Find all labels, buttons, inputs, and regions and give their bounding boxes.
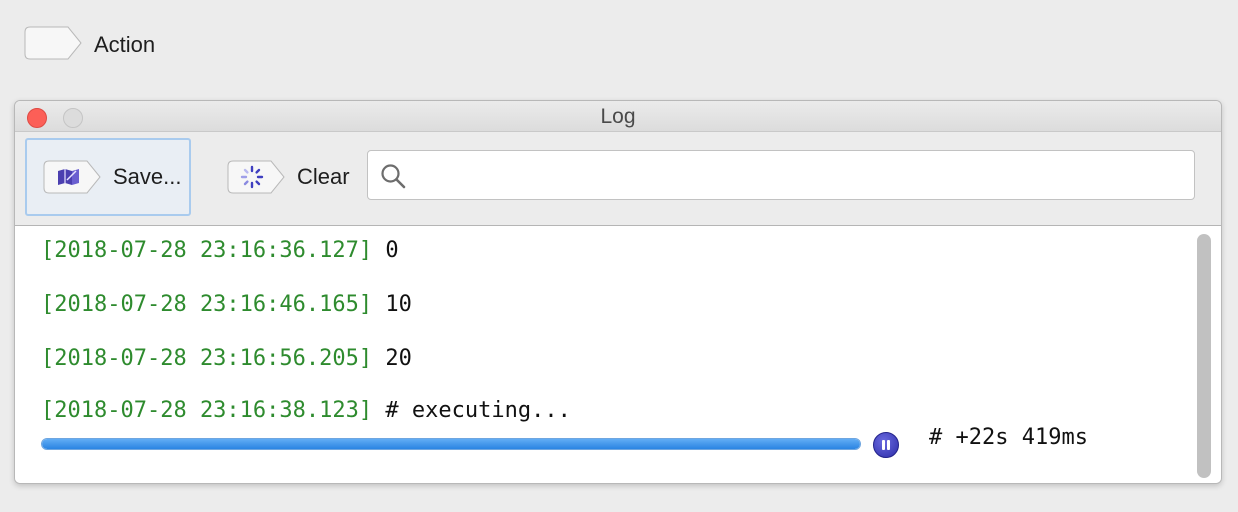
- log-timestamp: [2018-07-28 23:16:56.205]: [41, 346, 373, 371]
- clear-label: Clear: [297, 164, 350, 189]
- log-line: [2018-07-28 23:16:36.127] 0: [41, 238, 399, 263]
- log-line: [2018-07-28 23:16:38.123] # executing...: [41, 398, 571, 423]
- progress-bar: [41, 438, 861, 450]
- log-line: [2018-07-28 23:16:56.205] 20: [41, 346, 412, 371]
- pause-icon[interactable]: [873, 432, 899, 458]
- log-message: # executing...: [372, 398, 571, 423]
- clear-button[interactable]: Clear: [211, 138, 361, 216]
- log-timestamp: [2018-07-28 23:16:36.127]: [41, 238, 373, 263]
- save-label: Save...: [113, 164, 182, 189]
- log-window: Log Save... Clear [2018-07-28 23:16:36.1…: [14, 100, 1222, 484]
- tag-button-icon: [24, 26, 82, 59]
- action-button[interactable]: [24, 26, 82, 65]
- title-bar[interactable]: Log: [15, 101, 1221, 132]
- search-field[interactable]: [367, 150, 1195, 200]
- spinner-icon: [227, 160, 285, 194]
- log-message: 0: [372, 238, 399, 263]
- save-button[interactable]: Save...: [25, 138, 191, 216]
- search-icon: [381, 164, 406, 189]
- log-timestamp: [2018-07-28 23:16:38.123]: [41, 398, 373, 423]
- log-message: 10: [372, 292, 412, 317]
- window-title: Log: [600, 105, 636, 128]
- log-timestamp: [2018-07-28 23:16:46.165]: [41, 292, 373, 317]
- action-label: Action: [94, 32, 156, 57]
- log-line: [2018-07-28 23:16:46.165] 10: [41, 292, 412, 317]
- log-output[interactable]: [2018-07-28 23:16:36.127] 0 [2018-07-28 …: [15, 225, 1221, 483]
- log-message: 20: [372, 346, 412, 371]
- search-input[interactable]: [416, 159, 1180, 193]
- action-row: Action: [24, 26, 156, 65]
- toolbar: Save... Clear: [15, 132, 1221, 225]
- scrollbar[interactable]: [1197, 234, 1211, 478]
- progress-fill: [42, 439, 860, 449]
- book-icon: [43, 160, 101, 194]
- elapsed-time: # +22s 419ms: [929, 425, 1088, 450]
